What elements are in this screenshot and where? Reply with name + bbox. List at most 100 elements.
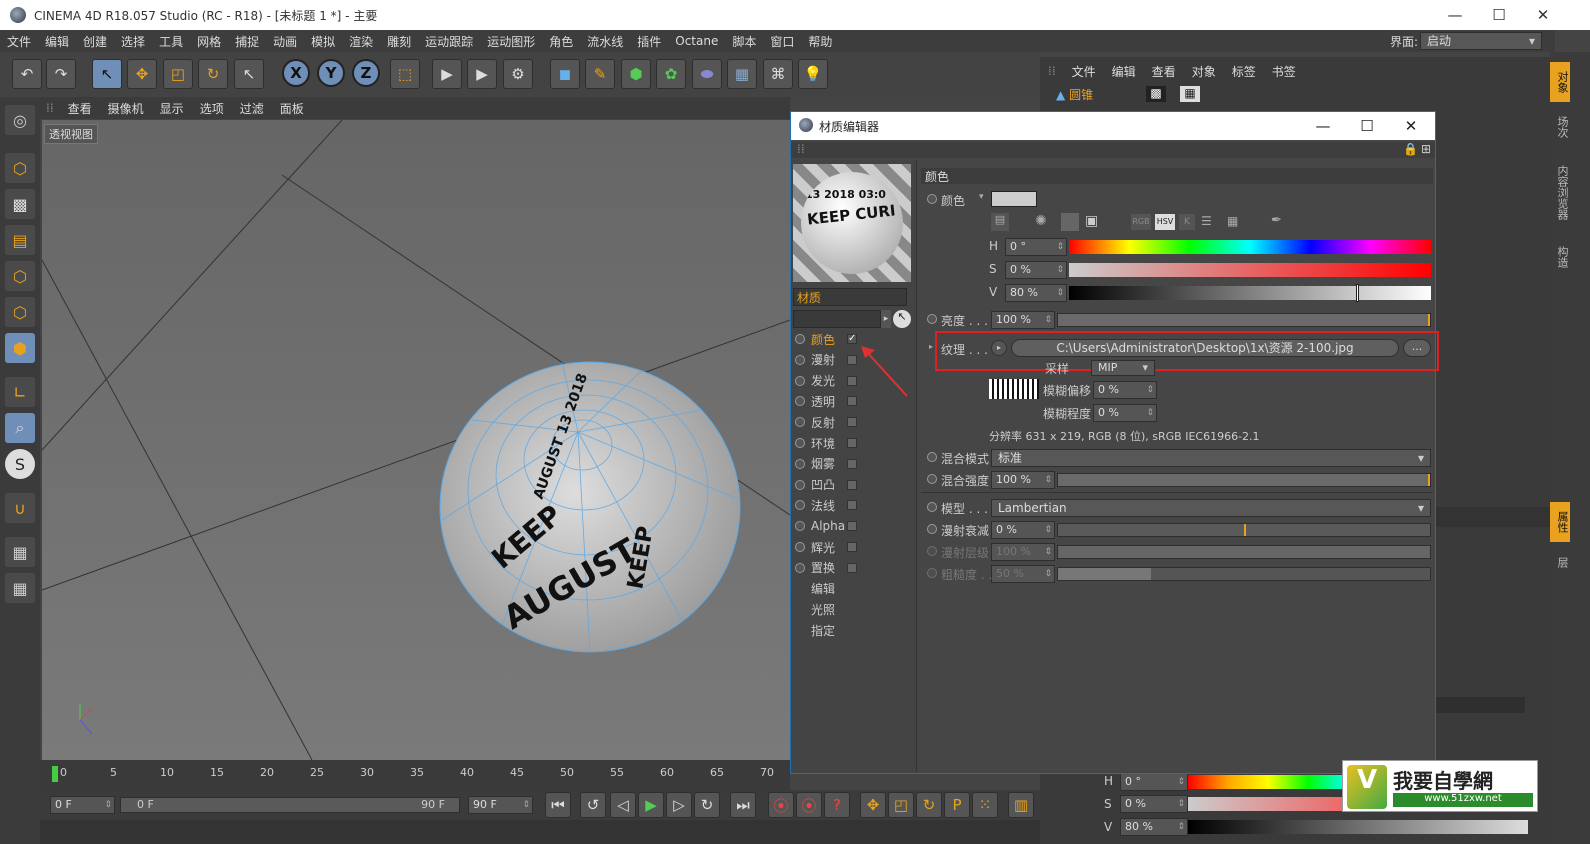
time-cursor[interactable]: [52, 766, 58, 782]
redo-icon[interactable]: ↷: [46, 59, 76, 89]
channel-checkbox[interactable]: [847, 542, 857, 552]
color-spectrum-icon[interactable]: ▤: [991, 213, 1009, 231]
om-menu-tags[interactable]: 标签: [1224, 63, 1264, 80]
texture-browse-button[interactable]: ...: [1403, 339, 1431, 357]
viewport-menu-options[interactable]: 选项: [192, 100, 232, 117]
polygons-mode-icon[interactable]: ⬢: [5, 333, 35, 363]
max-frame-field[interactable]: 90 F: [468, 796, 533, 814]
channel-checkbox[interactable]: [847, 438, 857, 448]
menu-mograph[interactable]: 运动图形: [480, 33, 542, 50]
channel-checkbox[interactable]: [847, 458, 857, 469]
channel-search-field[interactable]: [793, 310, 881, 328]
channel-checkbox[interactable]: [847, 500, 857, 511]
menu-pipeline[interactable]: 流水线: [580, 33, 630, 50]
key-param-icon[interactable]: P: [944, 792, 970, 818]
diffuse-falloff-field[interactable]: 0 %: [991, 521, 1055, 539]
make-editable-icon[interactable]: ◎: [5, 105, 35, 135]
channel-item[interactable]: 辉光: [795, 538, 910, 556]
subdivision-icon[interactable]: ⬢: [621, 59, 651, 89]
eyedropper-icon[interactable]: ✒: [1271, 213, 1282, 228]
kelvin-mode-button[interactable]: K: [1179, 214, 1195, 230]
x-axis-button[interactable]: X: [282, 59, 310, 87]
tab-objects[interactable]: 对象: [1550, 62, 1570, 102]
mix-strength-radio[interactable]: [927, 474, 937, 484]
om-menu-view[interactable]: 查看: [1144, 63, 1184, 80]
floor-icon[interactable]: ▦: [727, 59, 757, 89]
points-mode-icon[interactable]: ⬡: [5, 261, 35, 291]
color-wheel-icon[interactable]: ✺: [1035, 213, 1047, 229]
edges-mode-icon[interactable]: ⬡: [5, 297, 35, 327]
model-radio[interactable]: [927, 502, 937, 512]
tab-content-browser[interactable]: 内容浏览器: [1550, 152, 1570, 232]
keyframe-selection-icon[interactable]: ?: [824, 792, 850, 818]
y-axis-button[interactable]: Y: [317, 59, 345, 87]
channel-radio[interactable]: [795, 458, 805, 469]
timeline-icon[interactable]: ▥: [1008, 792, 1034, 818]
deformer-icon[interactable]: ⬬: [692, 59, 722, 89]
object-row-cone[interactable]: ▲ 圆锥: [1056, 86, 1093, 103]
menu-plugins[interactable]: 插件: [630, 33, 668, 50]
new-window-icon[interactable]: ⊞: [1421, 142, 1431, 156]
menu-select[interactable]: 选择: [114, 33, 152, 50]
channel-radio[interactable]: [795, 396, 805, 407]
channel-item[interactable]: 反射: [795, 413, 910, 431]
cone-object[interactable]: KEEP AUGUST AUGUST 13 2018 KEEP: [439, 361, 741, 653]
tab-structure[interactable]: 构造: [1550, 237, 1570, 277]
menu-file[interactable]: 文件: [0, 33, 38, 50]
sampling-dropdown[interactable]: MIP: [1091, 360, 1155, 376]
light-icon[interactable]: 💡: [798, 59, 828, 89]
hue-field[interactable]: 0 °: [1005, 238, 1067, 256]
diffuse-falloff-radio[interactable]: [927, 524, 937, 534]
menu-character[interactable]: 角色: [542, 33, 580, 50]
channel-extra-item[interactable]: 光照: [795, 600, 910, 618]
texture-tag-icon[interactable]: ▦: [1180, 86, 1200, 102]
color-swatch[interactable]: [991, 191, 1037, 207]
play-icon[interactable]: ▶: [638, 792, 664, 818]
color-param-radio[interactable]: [927, 194, 937, 204]
om-menu-file[interactable]: 文件: [1064, 63, 1104, 80]
material-name-field[interactable]: 材质: [793, 288, 907, 306]
planar-workplane-icon[interactable]: ▦: [5, 573, 35, 603]
pick-icon[interactable]: ↖: [893, 310, 911, 328]
menu-mesh[interactable]: 网格: [190, 33, 228, 50]
channel-radio[interactable]: [795, 334, 805, 344]
pen-spline-icon[interactable]: ✎: [585, 59, 615, 89]
select-recent-icon[interactable]: ↖: [234, 59, 264, 89]
drag-handle-icon[interactable]: ⁞⁞: [1040, 64, 1064, 78]
brightness-field[interactable]: 100 %: [991, 311, 1055, 329]
undo-icon[interactable]: ↶: [12, 59, 42, 89]
menu-motion-tracking[interactable]: 运动跟踪: [418, 33, 480, 50]
channel-item[interactable]: 凹凸: [795, 476, 910, 494]
color-picture-icon[interactable]: ▣: [1085, 213, 1098, 229]
mix-mode-radio[interactable]: [927, 452, 937, 462]
tab-takes[interactable]: 场次: [1550, 107, 1570, 147]
viewport-menu-camera[interactable]: 摄像机: [100, 100, 152, 117]
frame-range-slider[interactable]: 0 F 90 F: [120, 797, 460, 813]
saturation-slider[interactable]: [1069, 263, 1431, 277]
value-slider[interactable]: [1069, 284, 1431, 302]
bottom-sat-bar[interactable]: [1188, 797, 1348, 811]
mated-maximize-button[interactable]: ☐: [1345, 112, 1389, 140]
cube-icon[interactable]: ◼: [550, 59, 580, 89]
model-mode-icon[interactable]: ⬡: [5, 153, 35, 183]
channel-item[interactable]: 法线: [795, 496, 910, 514]
autokey-icon[interactable]: ⦿: [796, 792, 822, 818]
hsv-mode-button[interactable]: HSV: [1155, 214, 1175, 230]
axis-mode-icon[interactable]: ∟: [5, 377, 35, 407]
mated-close-button[interactable]: ✕: [1389, 112, 1433, 140]
key-pla-icon[interactable]: ⁙: [972, 792, 998, 818]
goto-end-icon[interactable]: ⏭: [730, 792, 756, 818]
channel-radio[interactable]: [795, 438, 805, 448]
menu-snap[interactable]: 捕捉: [228, 33, 266, 50]
key-rotation-icon[interactable]: ↻: [916, 792, 942, 818]
channel-item[interactable]: 置换: [795, 559, 910, 577]
diffuse-level-slider[interactable]: [1057, 545, 1431, 559]
minimize-button[interactable]: —: [1432, 0, 1478, 30]
tab-layers[interactable]: 层: [1550, 547, 1570, 577]
mix-mode-dropdown[interactable]: 标准: [991, 449, 1431, 467]
diffuse-level-field[interactable]: 100 %: [991, 543, 1055, 561]
key-position-icon[interactable]: ✥: [860, 792, 886, 818]
menu-render[interactable]: 渲染: [342, 33, 380, 50]
viewport-menu-panel[interactable]: 面板: [272, 100, 312, 117]
scale-icon[interactable]: ◰: [163, 59, 193, 89]
